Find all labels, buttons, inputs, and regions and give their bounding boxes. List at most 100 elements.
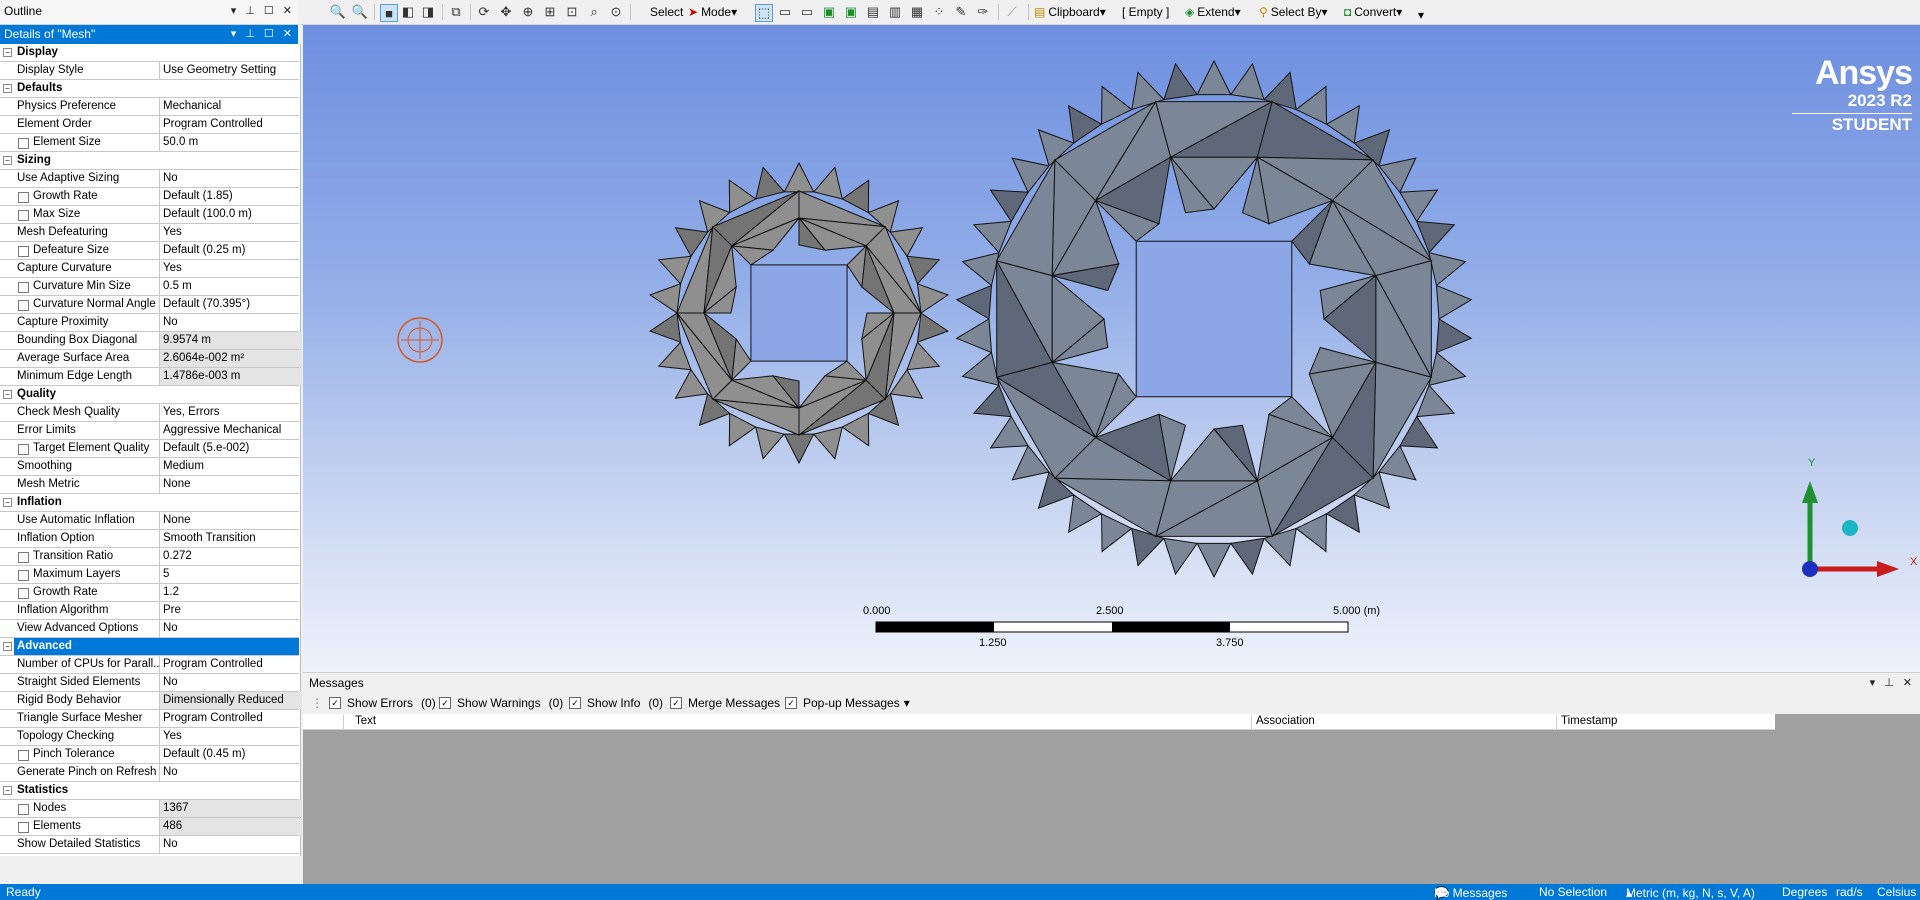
details-property-row[interactable]: Smoothing Medium	[0, 458, 299, 476]
extend-dropdown[interactable]: ◈ Extend ▾	[1185, 3, 1241, 21]
collapse-icon[interactable]: −	[3, 498, 12, 507]
details-property-row[interactable]: Maximum Layers 5	[0, 566, 299, 584]
property-value[interactable]: Yes, Errors	[160, 404, 302, 421]
popup-messages-toggle[interactable]: ✓ Pop-up Messages ▾	[785, 696, 910, 710]
parameter-checkbox[interactable]	[18, 570, 29, 581]
details-property-row[interactable]: Curvature Normal Angle Default (70.395°)	[0, 296, 299, 314]
collapse-icon[interactable]: −	[3, 786, 12, 795]
property-value[interactable]: None	[160, 512, 302, 529]
details-property-row[interactable]: Triangle Surface Mesher Program Controlle…	[0, 710, 299, 728]
status-rate[interactable]: rad/s	[1836, 885, 1863, 899]
coordinate-icon[interactable]: ⁘	[931, 4, 947, 20]
property-value[interactable]: Program Controlled	[160, 656, 302, 673]
node-select-icon[interactable]: ▣	[843, 4, 859, 20]
details-property-row[interactable]: Curvature Min Size 0.5 m	[0, 278, 299, 296]
dropdown-icon[interactable]: ▾	[231, 27, 237, 40]
maximize-icon[interactable]: ☐	[264, 27, 274, 40]
parameter-checkbox[interactable]	[18, 246, 29, 257]
property-value[interactable]: Smooth Transition	[160, 530, 302, 547]
pin-icon[interactable]: ⊥	[1884, 676, 1894, 689]
parameter-checkbox[interactable]	[18, 804, 29, 815]
details-property-row[interactable]: Show Detailed Statistics No	[0, 836, 299, 854]
property-value[interactable]: Program Controlled	[160, 116, 302, 133]
details-property-row[interactable]: Defeature Size Default (0.25 m)	[0, 242, 299, 260]
toolbar-overflow[interactable]: ▾	[1418, 6, 1424, 24]
chevron-down-icon[interactable]: ▾	[904, 696, 910, 710]
status-temp[interactable]: Celsius	[1877, 885, 1916, 899]
details-category[interactable]: − Display	[0, 44, 299, 62]
collapse-icon[interactable]: −	[3, 156, 12, 165]
zoom-selected-icon[interactable]: ⊙	[608, 4, 624, 20]
details-property-row[interactable]: Average Surface Area 2.6064e-002 m²	[0, 350, 302, 368]
details-property-row[interactable]: Capture Curvature Yes	[0, 260, 299, 278]
details-property-row[interactable]: Straight Sided Elements No	[0, 674, 299, 692]
status-angle[interactable]: Degrees	[1782, 885, 1827, 899]
group-icon[interactable]: ⧉	[448, 4, 464, 20]
property-value[interactable]: Default (1.85)	[160, 188, 302, 205]
parameter-checkbox[interactable]	[18, 192, 29, 203]
property-value[interactable]: Yes	[160, 728, 302, 745]
property-value[interactable]: Default (5.e-002)	[160, 440, 302, 457]
mode-dropdown[interactable]: ➤ Mode ▾	[688, 3, 737, 21]
details-property-row[interactable]: Minimum Edge Length 1.4786e-003 m	[0, 368, 302, 386]
property-value[interactable]: 1.2	[160, 584, 302, 601]
display-cube-2-icon[interactable]: ◨	[420, 4, 436, 20]
close-icon[interactable]: ✕	[283, 27, 292, 40]
details-category[interactable]: − Defaults	[0, 80, 299, 98]
body-select-icon[interactable]: ■	[380, 4, 398, 22]
property-value[interactable]: Use Geometry Setting	[160, 62, 302, 79]
property-value[interactable]: No	[160, 674, 302, 691]
parameter-checkbox[interactable]	[18, 444, 29, 455]
details-property-row[interactable]: Mesh Defeaturing Yes	[0, 224, 299, 242]
details-property-row[interactable]: Max Size Default (100.0 m)	[0, 206, 299, 224]
property-value[interactable]: Medium	[160, 458, 302, 475]
details-property-row[interactable]: Nodes 1367	[0, 800, 302, 818]
property-value[interactable]: Aggressive Mechanical	[160, 422, 302, 439]
face-select-icon[interactable]: ▭	[799, 4, 815, 20]
label-icon[interactable]: ✎	[953, 4, 969, 20]
collapse-icon[interactable]: −	[3, 642, 12, 651]
collapse-icon[interactable]: −	[3, 48, 12, 57]
property-value[interactable]: 0.5 m	[160, 278, 302, 295]
property-value[interactable]: Mechanical	[160, 98, 302, 115]
parameter-checkbox[interactable]	[18, 300, 29, 311]
parameter-checkbox[interactable]	[18, 282, 29, 293]
details-property-row[interactable]: Inflation Option Smooth Transition	[0, 530, 299, 548]
zoom-icon[interactable]: ⊕	[520, 4, 536, 20]
parameter-checkbox[interactable]	[18, 822, 29, 833]
parameter-checkbox[interactable]	[18, 552, 29, 563]
property-value[interactable]: Default (70.395°)	[160, 296, 302, 313]
clipboard-dropdown[interactable]: ▤ Clipboard ▾	[1034, 3, 1106, 21]
dropdown-icon[interactable]: ▾	[231, 4, 237, 17]
details-property-row[interactable]: Use Adaptive Sizing No	[0, 170, 299, 188]
check-icon[interactable]: ✓	[569, 697, 581, 709]
parameter-checkbox[interactable]	[18, 750, 29, 761]
element-face-icon[interactable]: ▤	[865, 4, 881, 20]
details-property-row[interactable]: Use Automatic Inflation None	[0, 512, 299, 530]
property-value[interactable]: None	[160, 476, 302, 493]
vertex-select-icon[interactable]: ⬚	[755, 4, 773, 22]
show-warnings-toggle[interactable]: ✓ Show Warnings (0)	[439, 696, 563, 710]
select-by-dropdown[interactable]: ⚲ Select By ▾	[1259, 3, 1328, 21]
column-text[interactable]: Text	[355, 715, 376, 727]
edge-select-icon[interactable]: ▭	[777, 4, 793, 20]
property-value[interactable]: Default (0.45 m)	[160, 746, 302, 763]
details-property-row[interactable]: View Advanced Options No	[0, 620, 299, 638]
close-icon[interactable]: ✕	[283, 4, 292, 17]
details-property-row[interactable]: Inflation Algorithm Pre	[0, 602, 299, 620]
property-value[interactable]: No	[160, 764, 302, 781]
details-property-row[interactable]: Bounding Box Diagonal 9.9574 m	[0, 332, 302, 350]
body-select-2-icon[interactable]: ▣	[821, 4, 837, 20]
collapse-icon[interactable]: −	[3, 84, 12, 93]
details-property-row[interactable]: Growth Rate Default (1.85)	[0, 188, 299, 206]
zoom-in-icon[interactable]: 🔍	[330, 4, 346, 20]
property-value[interactable]: 0.272	[160, 548, 302, 565]
property-value[interactable]: No	[160, 314, 302, 331]
maximize-icon[interactable]: ☐	[264, 4, 274, 17]
annotation-icon[interactable]: ✑	[975, 4, 991, 20]
show-errors-toggle[interactable]: ✓ Show Errors (0)	[329, 696, 436, 710]
details-property-row[interactable]: Mesh Metric None	[0, 476, 299, 494]
details-property-row[interactable]: Element Order Program Controlled	[0, 116, 299, 134]
details-category[interactable]: − Inflation	[0, 494, 299, 512]
details-property-row[interactable]: Display Style Use Geometry Setting	[0, 62, 299, 80]
